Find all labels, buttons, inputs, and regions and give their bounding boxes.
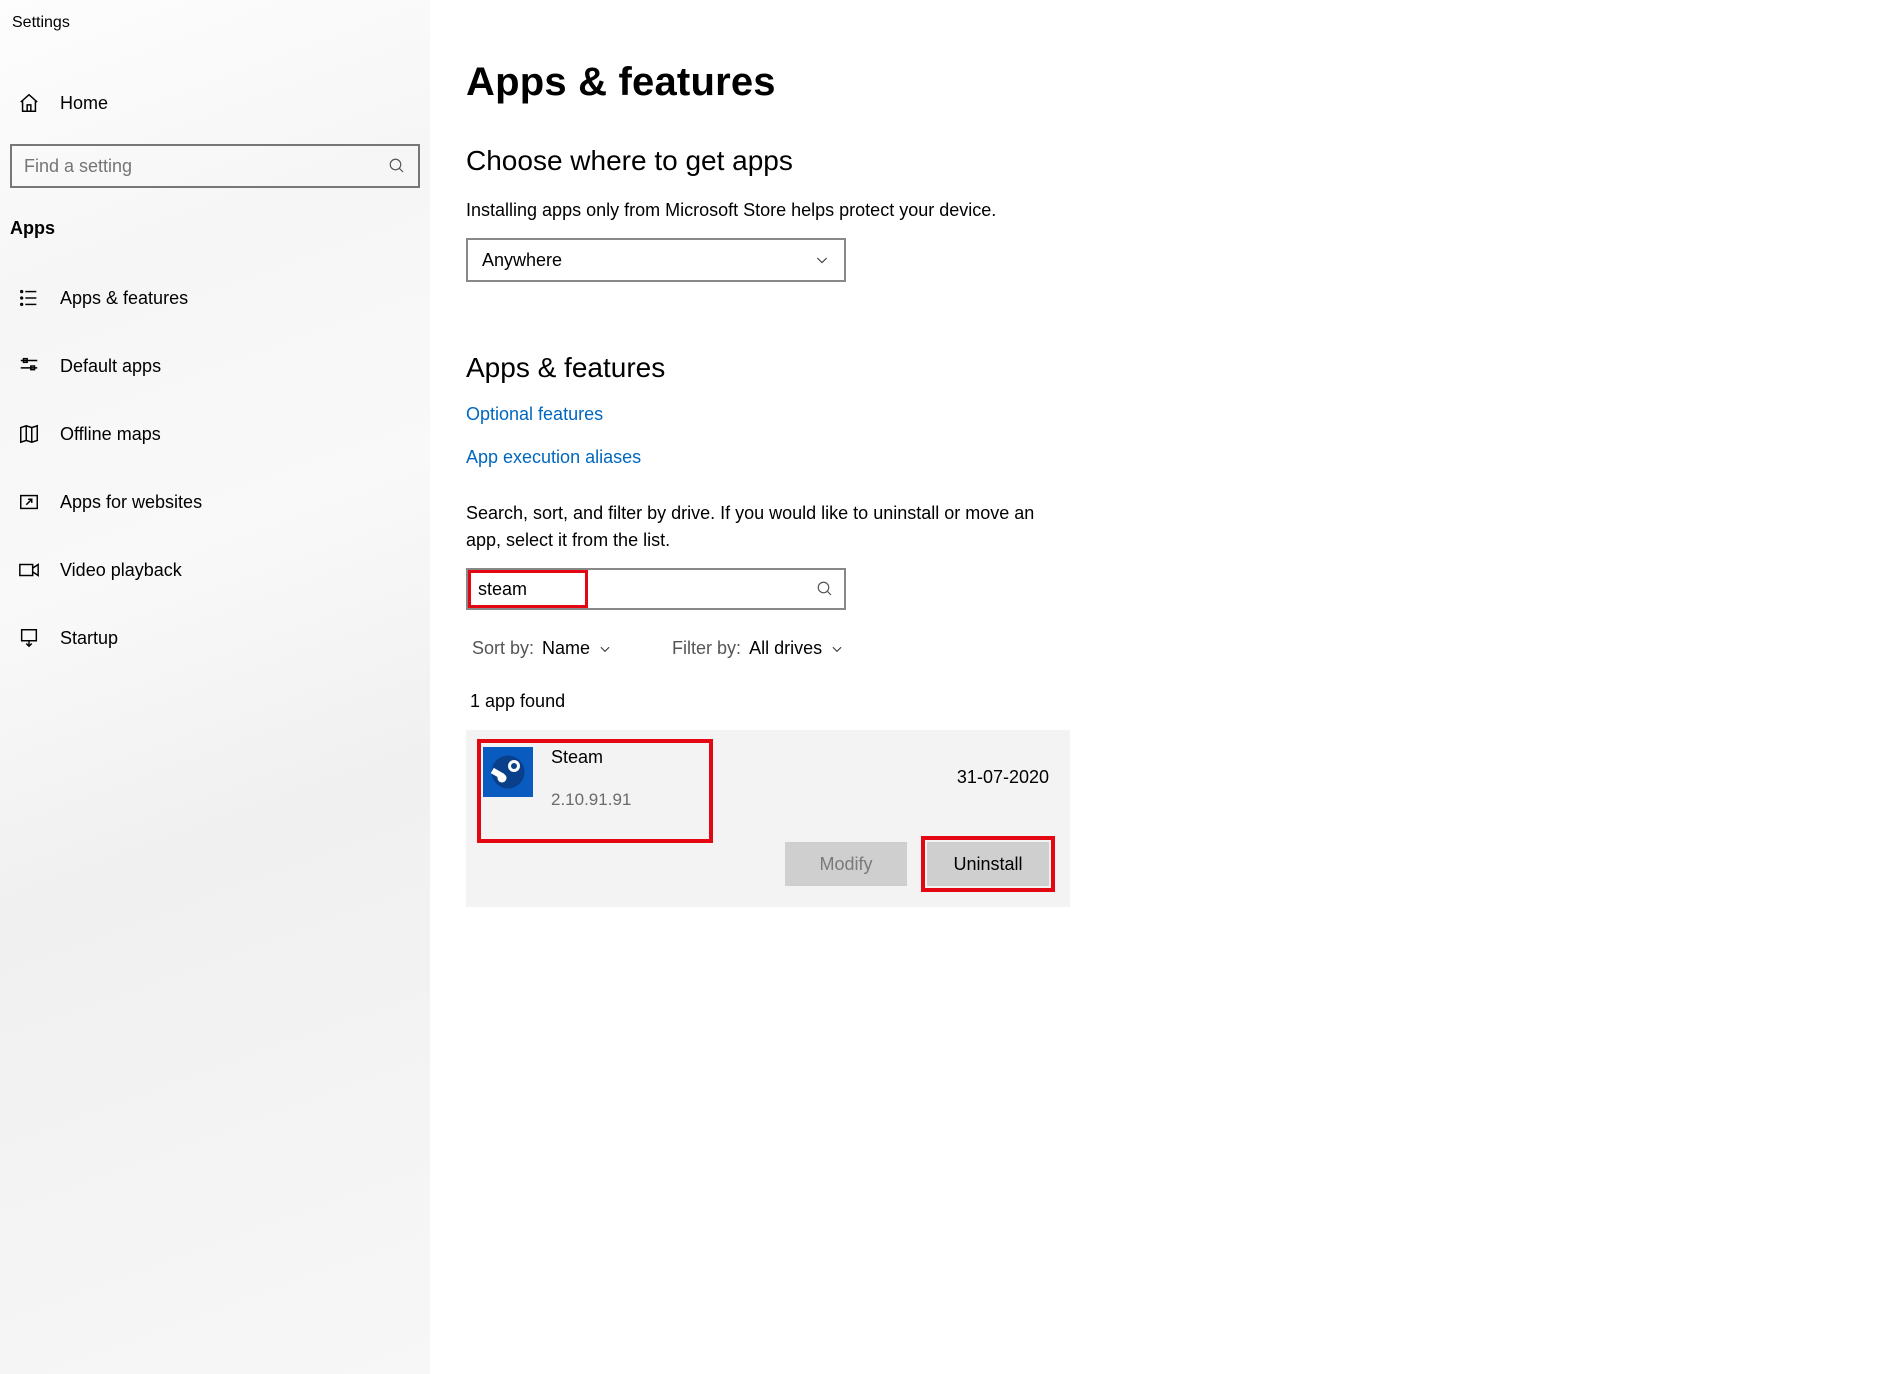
app-execution-aliases-link[interactable]: App execution aliases: [466, 447, 641, 468]
filter-value: All drives: [749, 638, 822, 659]
search-icon: [388, 157, 406, 175]
startup-icon: [18, 627, 40, 649]
sidebar-item-label: Apps & features: [60, 288, 188, 309]
sort-by-control[interactable]: Sort by: Name: [472, 638, 612, 659]
choose-heading: Choose where to get apps: [466, 145, 1310, 177]
app-list-item[interactable]: Steam 2.10.91.91 31-07-2020 Modify Unins…: [466, 730, 1070, 907]
sidebar-item-label: Startup: [60, 628, 118, 649]
chevron-down-icon: [598, 642, 612, 656]
home-icon: [18, 92, 40, 114]
steam-app-icon: [483, 747, 533, 797]
uninstall-button[interactable]: Uninstall: [927, 842, 1049, 886]
sidebar-item-startup[interactable]: Startup: [0, 611, 430, 665]
filter-label: Filter by:: [672, 638, 741, 659]
sidebar-item-apps-websites[interactable]: Apps for websites: [0, 475, 430, 529]
chevron-down-icon: [830, 642, 844, 656]
video-icon: [18, 559, 40, 581]
modify-button: Modify: [785, 842, 907, 886]
filter-by-control[interactable]: Filter by: All drives: [672, 638, 844, 659]
list-icon: [18, 287, 40, 309]
sidebar-nav: Apps & features Default apps Offline: [0, 271, 430, 665]
sidebar-item-label: Apps for websites: [60, 492, 202, 513]
sidebar-item-offline-maps[interactable]: Offline maps: [0, 407, 430, 461]
apps-search[interactable]: [466, 568, 846, 610]
sort-label: Sort by:: [472, 638, 534, 659]
main-content: Apps & features Choose where to get apps…: [430, 0, 1350, 1374]
sort-value: Name: [542, 638, 590, 659]
choose-help: Installing apps only from Microsoft Stor…: [466, 197, 1310, 224]
window-title: Settings: [0, 10, 430, 38]
button-label: Modify: [819, 854, 872, 875]
filter-help: Search, sort, and filter by drive. If yo…: [466, 500, 1066, 554]
sidebar-item-label: Offline maps: [60, 424, 161, 445]
apps-features-heading: Apps & features: [466, 352, 1310, 384]
result-count: 1 app found: [466, 691, 1310, 712]
button-label: Uninstall: [953, 854, 1022, 875]
map-icon: [18, 423, 40, 445]
sidebar: Settings Home Apps: [0, 0, 430, 1374]
page-title: Apps & features: [466, 60, 1310, 105]
sidebar-item-label: Video playback: [60, 560, 182, 581]
app-version: 2.10.91.91: [551, 790, 939, 810]
settings-search[interactable]: [10, 144, 420, 188]
home-label: Home: [60, 93, 108, 114]
settings-search-input[interactable]: [24, 156, 388, 177]
sidebar-item-video-playback[interactable]: Video playback: [0, 543, 430, 597]
sidebar-item-default-apps[interactable]: Default apps: [0, 339, 430, 393]
app-source-dropdown[interactable]: Anywhere: [466, 238, 846, 282]
optional-features-link[interactable]: Optional features: [466, 404, 603, 425]
dropdown-value: Anywhere: [482, 250, 562, 271]
app-name: Steam: [551, 747, 939, 768]
sidebar-item-label: Default apps: [60, 356, 161, 377]
home-nav[interactable]: Home: [0, 80, 430, 126]
sidebar-item-apps-features[interactable]: Apps & features: [0, 271, 430, 325]
chevron-down-icon: [814, 252, 830, 268]
open-external-icon: [18, 491, 40, 513]
search-icon: [816, 580, 834, 598]
app-install-date: 31-07-2020: [957, 767, 1049, 788]
sliders-icon: [18, 355, 40, 377]
apps-search-input[interactable]: [478, 579, 816, 600]
sidebar-section: Apps: [0, 188, 430, 249]
